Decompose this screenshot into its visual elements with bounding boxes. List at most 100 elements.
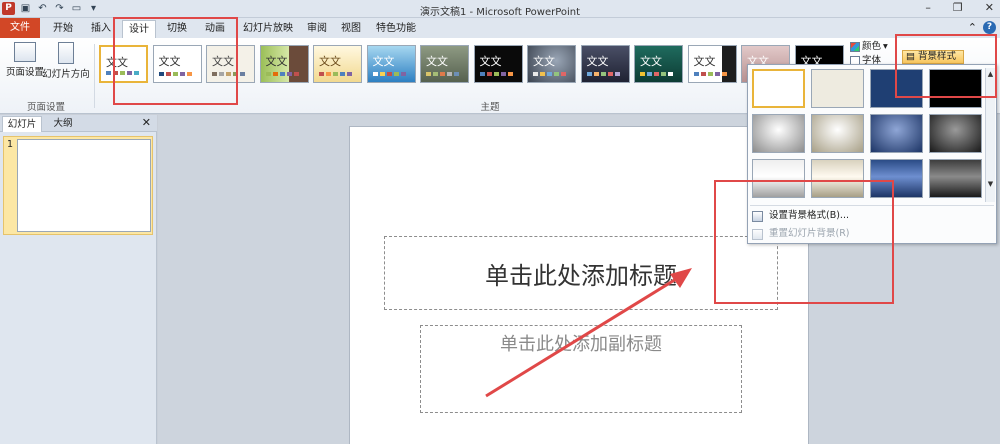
title-placeholder[interactable]: 单击此处添加标题 — [384, 236, 778, 310]
scroll-up-icon[interactable]: ▲ — [986, 68, 995, 80]
theme-color-swatch — [721, 72, 727, 76]
reset-background-label: 重置幻灯片背景(R) — [769, 228, 850, 239]
background-style-swatch[interactable] — [870, 69, 923, 108]
gallery-scrollbar[interactable]: ▲ ▼ — [985, 68, 995, 202]
background-style-swatch[interactable] — [870, 114, 923, 153]
ribbon-tabs: 文件 开始 插入 设计 切换 动画 幻灯片放映 审阅 视图 特色功能 ⌃ ? — [0, 18, 1000, 38]
theme-color-bars — [372, 72, 406, 76]
format-background-menu-item[interactable]: 设置背景格式(B)... — [752, 208, 849, 224]
window-title: 演示文稿1 - Microsoft PowerPoint — [419, 7, 581, 18]
theme-sample-text: 文文 — [319, 55, 341, 68]
theme-color-swatch — [554, 72, 559, 76]
theme-sample-text: 文文 — [426, 55, 448, 68]
theme-color-swatch — [547, 72, 552, 76]
theme-thumbnail[interactable]: 文文 — [420, 45, 469, 83]
minimize-icon[interactable]: – — [925, 1, 931, 14]
tab-outline[interactable]: 大纲 — [46, 116, 80, 132]
theme-thumbnail[interactable]: 文文 — [634, 45, 683, 83]
slide-orientation-label: 幻灯片方向 — [42, 69, 90, 80]
theme-color-bars — [640, 72, 673, 76]
theme-thumbnail[interactable]: 文文 — [580, 45, 630, 83]
theme-color-swatch — [647, 72, 652, 76]
close-pane-icon[interactable]: ✕ — [142, 116, 151, 129]
background-style-swatch[interactable] — [811, 114, 864, 153]
theme-color-swatch — [433, 72, 438, 76]
theme-thumbnail[interactable]: 文文 — [366, 45, 416, 83]
theme-thumbnail[interactable]: 文文 — [206, 45, 255, 83]
colors-label: 颜色 — [862, 41, 882, 52]
theme-color-swatch — [226, 72, 231, 76]
theme-color-swatch — [586, 72, 592, 76]
theme-sample-text: 文文 — [372, 55, 395, 68]
theme-color-swatch — [593, 72, 599, 76]
themes-group-label: 主题 — [480, 102, 500, 113]
tab-slides[interactable]: 幻灯片 — [2, 116, 42, 132]
colors-button[interactable]: 颜色 ▾ — [850, 40, 894, 54]
theme-thumbnail[interactable]: 文文 — [152, 45, 202, 83]
title-bar: P ▣ ↶ ↷ ▭ ▾ 演示文稿1 - Microsoft PowerPoint… — [0, 0, 1000, 18]
theme-thumbnail[interactable]: 文文 — [687, 45, 737, 83]
subtitle-placeholder[interactable]: 单击此处添加副标题 — [420, 325, 742, 413]
colors-icon — [850, 42, 860, 52]
background-style-swatch[interactable] — [752, 159, 805, 198]
theme-color-swatch — [486, 72, 492, 76]
background-styles-button[interactable]: ▤ 背景样式 ▾ — [902, 50, 964, 74]
chevron-down-icon: ▾ — [883, 41, 888, 52]
background-style-swatch[interactable] — [870, 159, 923, 198]
theme-color-swatch — [158, 72, 164, 76]
reset-background-icon — [752, 228, 763, 240]
theme-color-swatch — [533, 72, 538, 76]
tab-review[interactable]: 审阅 — [304, 20, 330, 38]
background-style-swatch[interactable] — [811, 159, 864, 198]
tab-file[interactable]: 文件 — [0, 18, 40, 38]
background-style-swatch[interactable] — [752, 69, 805, 108]
theme-color-swatch — [607, 72, 613, 76]
theme-color-bars — [533, 72, 566, 76]
close-icon[interactable]: ✕ — [985, 1, 994, 14]
theme-color-swatch — [165, 72, 171, 76]
slide-thumbnail-item[interactable]: 1 — [3, 136, 153, 235]
background-style-swatch[interactable] — [811, 69, 864, 108]
theme-color-swatch — [400, 72, 406, 76]
background-style-swatch[interactable] — [929, 114, 982, 153]
tab-home[interactable]: 开始 — [48, 20, 78, 38]
theme-color-swatch — [654, 72, 659, 76]
tab-insert[interactable]: 插入 — [86, 20, 116, 38]
slide-orientation-button[interactable]: 幻灯片方向 — [42, 42, 90, 80]
theme-color-swatch — [265, 72, 271, 76]
tab-slideshow[interactable]: 幻灯片放映 — [240, 20, 296, 38]
background-styles-label: 背景样式 — [918, 51, 957, 62]
help-icon[interactable]: ? — [983, 21, 996, 34]
background-style-swatch[interactable] — [752, 114, 805, 153]
theme-thumbnail[interactable]: 文文 — [259, 45, 309, 83]
restore-icon[interactable]: ❐ — [953, 1, 963, 14]
scroll-down-icon[interactable]: ▼ — [986, 178, 995, 190]
background-style-swatch[interactable] — [929, 69, 982, 108]
tab-features[interactable]: 特色功能 — [370, 20, 422, 38]
theme-color-swatch — [500, 72, 506, 76]
theme-thumbnail[interactable]: 文文 — [473, 45, 523, 83]
theme-sample-text: 文文 — [212, 55, 234, 68]
theme-color-swatch — [340, 72, 345, 76]
theme-color-swatch — [233, 72, 238, 76]
theme-color-swatch — [113, 71, 118, 75]
theme-color-swatch — [120, 71, 125, 75]
theme-thumbnail[interactable]: 文文 — [527, 45, 576, 83]
theme-color-swatch — [212, 72, 217, 76]
background-style-swatch[interactable] — [929, 159, 982, 198]
tab-design[interactable]: 设计 — [122, 20, 156, 38]
theme-color-swatch — [326, 72, 331, 76]
tab-transitions[interactable]: 切换 — [162, 20, 192, 38]
format-background-icon — [752, 210, 763, 222]
minimize-ribbon-icon[interactable]: ⌃ — [968, 21, 977, 34]
theme-color-swatch — [493, 72, 499, 76]
theme-thumbnail[interactable]: 文文 — [99, 45, 148, 83]
reset-background-menu-item[interactable]: 重置幻灯片背景(R) — [752, 226, 850, 242]
theme-color-swatch — [186, 72, 192, 76]
theme-thumbnail[interactable]: 文文 — [313, 45, 362, 83]
tab-animations[interactable]: 动画 — [198, 20, 232, 38]
theme-color-swatch — [386, 72, 392, 76]
tab-view[interactable]: 视图 — [338, 20, 364, 38]
theme-sample-text: 文文 — [106, 56, 128, 69]
theme-color-swatch — [319, 72, 324, 76]
